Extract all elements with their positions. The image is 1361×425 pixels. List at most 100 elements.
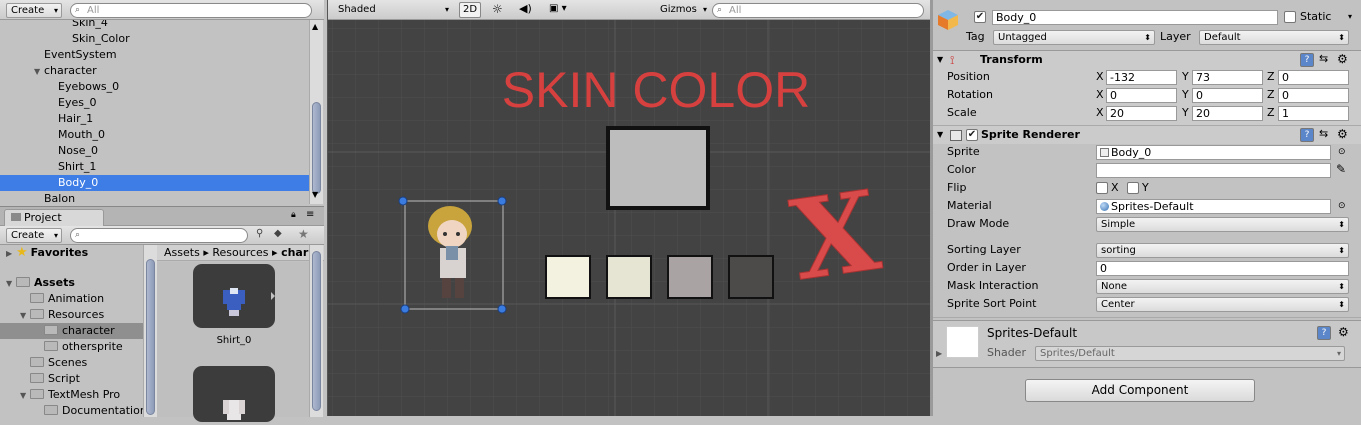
sprite-object-field[interactable]: Body_0	[1096, 145, 1331, 160]
gizmos-dropdown[interactable]: Gizmos ▾	[656, 3, 710, 18]
hierarchy-item[interactable]: EventSystem	[0, 47, 309, 63]
eyedropper-icon[interactable]: ✎	[1336, 161, 1346, 177]
lock-icon[interactable]: 🔒︎	[291, 210, 296, 220]
hierarchy-item[interactable]: Balon	[0, 191, 309, 204]
breadcrumb-item[interactable]: Assets	[164, 246, 200, 259]
project-folder-item[interactable]: Scenes	[0, 355, 143, 371]
rotation-x-field[interactable]: 0	[1106, 88, 1177, 103]
project-folder-item[interactable]: Documentation	[0, 403, 143, 417]
skin-swatch-1[interactable]	[545, 255, 591, 299]
scroll-thumb[interactable]	[146, 259, 155, 415]
scale-y-field[interactable]: 20	[1192, 106, 1263, 121]
skin-swatch-4[interactable]	[728, 255, 774, 299]
scene-search-input[interactable]: ⌕ All	[712, 3, 924, 18]
breadcrumb-item[interactable]: char	[281, 246, 308, 259]
position-x-field[interactable]: -132	[1106, 70, 1177, 85]
hierarchy-item[interactable]: Mouth_0	[0, 127, 309, 143]
skin-preview-box[interactable]	[606, 126, 710, 210]
tab-project[interactable]: Project	[4, 209, 104, 226]
project-folder-item[interactable]: ▶ ★ Favorites	[0, 245, 143, 261]
position-y-field[interactable]: 73	[1192, 70, 1263, 85]
rotation-y-field[interactable]: 0	[1192, 88, 1263, 103]
help-icon[interactable]: ?	[1300, 53, 1314, 67]
toggle-2d-button[interactable]: 2D	[459, 2, 481, 18]
asset-grid-scrollbar[interactable]	[309, 245, 323, 417]
hierarchy-search-input[interactable]: ⌕ All	[70, 3, 312, 18]
active-checkbox[interactable]: ✔	[974, 11, 986, 23]
sprite-sort-point-dropdown[interactable]: Center ⬍	[1096, 297, 1349, 312]
scroll-thumb[interactable]	[312, 251, 321, 411]
position-z-field[interactable]: 0	[1278, 70, 1349, 85]
hierarchy-item[interactable]: Shirt_1	[0, 159, 309, 175]
scale-z-field[interactable]: 1	[1278, 106, 1349, 121]
hierarchy-item[interactable]: Skin_4	[0, 20, 309, 31]
hierarchy-item[interactable]: Body_0	[0, 175, 309, 191]
hierarchy-scrollbar[interactable]: ▲ ▼	[309, 20, 323, 204]
scroll-down-arrow[interactable]: ▼	[312, 190, 318, 199]
project-folder-item[interactable]: ▼ Assets	[0, 275, 143, 291]
foldout-arrow-icon[interactable]: ▼	[937, 127, 943, 143]
hierarchy-item[interactable]: Hair_1	[0, 111, 309, 127]
draw-mode-dropdown[interactable]: Simple ⬍	[1096, 217, 1349, 232]
hierarchy-item[interactable]: Eyes_0	[0, 95, 309, 111]
scroll-thumb[interactable]	[312, 102, 321, 194]
sorting-layer-dropdown[interactable]: sorting ⬍	[1096, 243, 1349, 258]
skin-swatch-3[interactable]	[667, 255, 713, 299]
presets-icon[interactable]: ⇆	[1319, 126, 1328, 142]
asset-thumbnail-shirt[interactable]	[193, 264, 275, 328]
hierarchy-item[interactable]: Eyebows_0	[0, 79, 309, 95]
foldout-arrow-icon[interactable]: ▼	[34, 64, 44, 80]
order-in-layer-field[interactable]: 0	[1096, 261, 1349, 276]
gear-icon[interactable]: ⚙	[1338, 324, 1349, 340]
foldout-arrow-icon[interactable]: ▼	[937, 52, 943, 68]
mask-interaction-dropdown[interactable]: None ⬍	[1096, 279, 1349, 294]
hierarchy-item[interactable]: ▼ character	[0, 63, 309, 79]
lighting-toggle-icon[interactable]: ☼	[492, 2, 503, 16]
project-folder-item[interactable]: Script	[0, 371, 143, 387]
add-component-button[interactable]: Add Component	[1025, 379, 1255, 402]
filter-type-icon[interactable]: ⚲	[256, 228, 270, 242]
hierarchy-item[interactable]: Skin_Color	[0, 31, 309, 47]
scale-x-field[interactable]: 20	[1106, 106, 1177, 121]
project-tree-scrollbar[interactable]	[143, 245, 157, 417]
static-dropdown-arrow[interactable]: ▾	[1341, 10, 1355, 25]
scroll-up-arrow[interactable]: ▲	[312, 22, 318, 31]
static-checkbox[interactable]	[1284, 11, 1296, 23]
foldout-arrow-icon[interactable]: ▼	[20, 388, 30, 404]
object-name-field[interactable]: Body_0	[992, 10, 1278, 25]
gear-icon[interactable]: ⚙	[1337, 51, 1348, 67]
presets-icon[interactable]: ⇆	[1319, 51, 1328, 67]
help-icon[interactable]: ?	[1317, 326, 1331, 340]
object-picker-icon[interactable]: ⊙	[1338, 198, 1346, 214]
material-object-field[interactable]: Sprites-Default	[1096, 199, 1331, 214]
project-create-dropdown[interactable]: Create ▾	[6, 228, 62, 243]
menu-icon[interactable]: ≡	[306, 209, 314, 220]
skin-color-title[interactable]: SKIN COLOR	[502, 62, 810, 118]
scene-canvas[interactable]: SKIN COLOR X	[328, 20, 931, 416]
foldout-arrow-icon[interactable]: ▶	[6, 246, 16, 262]
color-field[interactable]	[1096, 163, 1331, 178]
tag-dropdown[interactable]: Untagged ⬍	[993, 30, 1155, 45]
hierarchy-create-dropdown[interactable]: Create ▾	[6, 3, 62, 18]
project-folder-item[interactable]: ▼ TextMesh Pro	[0, 387, 143, 403]
project-folder-item[interactable]: character	[0, 323, 143, 339]
flip-y-checkbox[interactable]	[1127, 182, 1139, 194]
help-icon[interactable]: ?	[1300, 128, 1314, 142]
shading-mode-dropdown[interactable]: Shaded ▾	[334, 3, 452, 18]
audio-toggle-icon[interactable]: ◀)	[519, 2, 532, 15]
filter-label-icon[interactable]: ◆	[274, 228, 288, 242]
foldout-arrow-icon[interactable]: ▼	[20, 308, 30, 324]
project-folder-item[interactable]: Animation	[0, 291, 143, 307]
rotation-z-field[interactable]: 0	[1278, 88, 1349, 103]
hierarchy-item[interactable]: Nose_0	[0, 143, 309, 159]
asset-thumbnail-next[interactable]	[193, 366, 275, 422]
shader-dropdown[interactable]: Sprites/Default ▾	[1035, 346, 1345, 361]
sprite-renderer-enabled-checkbox[interactable]: ✔	[966, 129, 978, 141]
gear-icon[interactable]: ⚙	[1337, 126, 1348, 142]
breadcrumb-item[interactable]: Resources	[212, 246, 268, 259]
layer-dropdown[interactable]: Default ⬍	[1199, 30, 1349, 45]
flip-x-checkbox[interactable]	[1096, 182, 1108, 194]
foldout-arrow-icon[interactable]: ▶	[936, 346, 942, 362]
favorite-star-icon[interactable]: ★	[298, 227, 312, 241]
project-search-input[interactable]: ⌕	[70, 228, 248, 243]
